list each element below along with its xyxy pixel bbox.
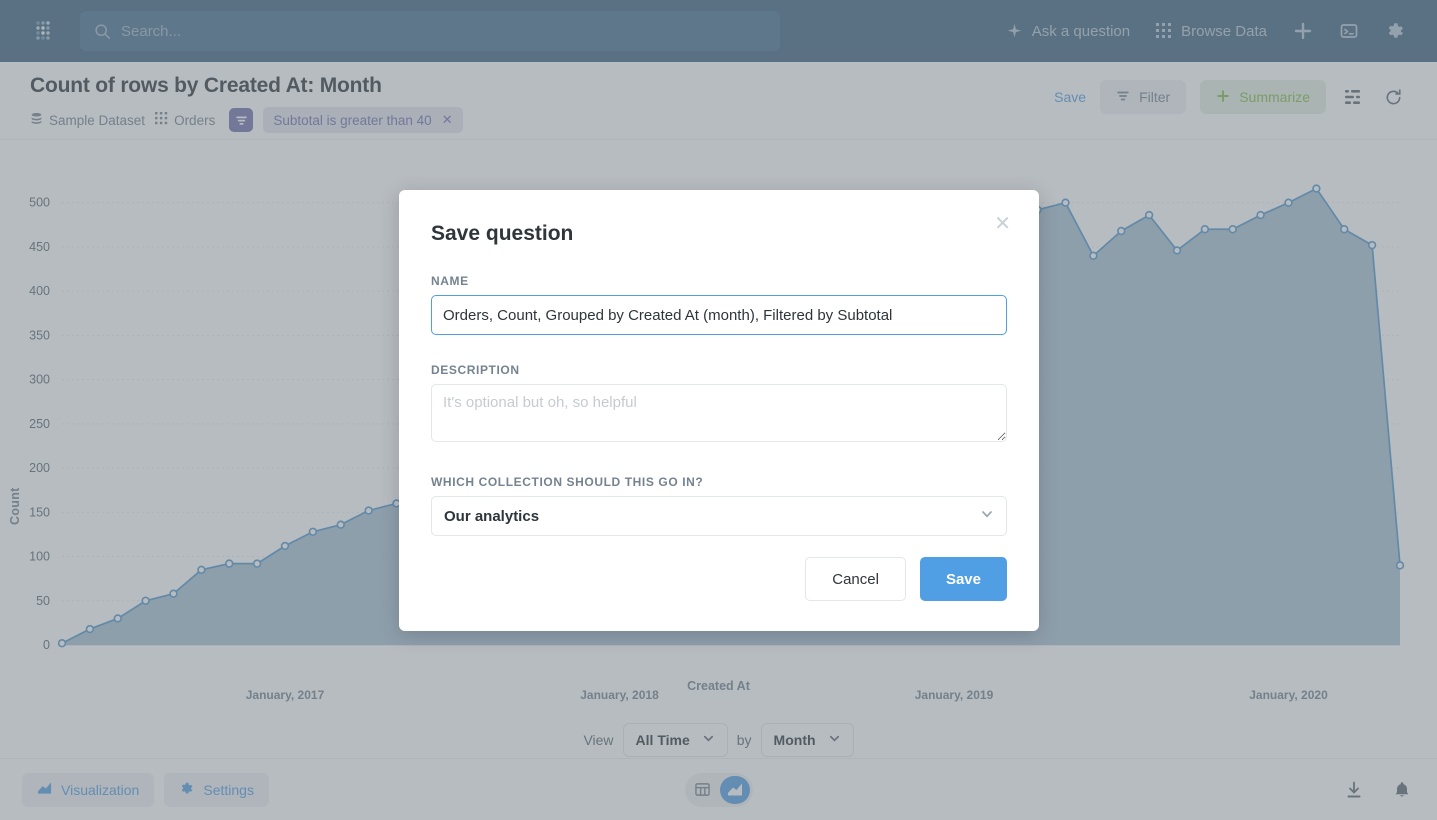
cancel-button[interactable]: Cancel	[805, 557, 906, 601]
save-question-modal: Save question ✕ NAME DESCRIPTION WHICH C…	[399, 190, 1039, 631]
name-input[interactable]	[431, 295, 1007, 335]
modal-title: Save question	[431, 222, 574, 245]
save-button[interactable]: Save	[919, 557, 1007, 601]
description-field-label: DESCRIPTION	[431, 363, 520, 377]
chevron-down-icon	[980, 507, 994, 525]
close-icon[interactable]: ✕	[994, 214, 1011, 234]
collection-select-value: Our analytics	[444, 507, 540, 525]
name-field-label: NAME	[431, 274, 469, 288]
modal-actions: Cancel Save	[805, 557, 1007, 601]
description-input[interactable]	[431, 384, 1007, 442]
collection-field-label: WHICH COLLECTION SHOULD THIS GO IN?	[431, 475, 704, 489]
collection-select[interactable]: Our analytics	[431, 496, 1007, 536]
